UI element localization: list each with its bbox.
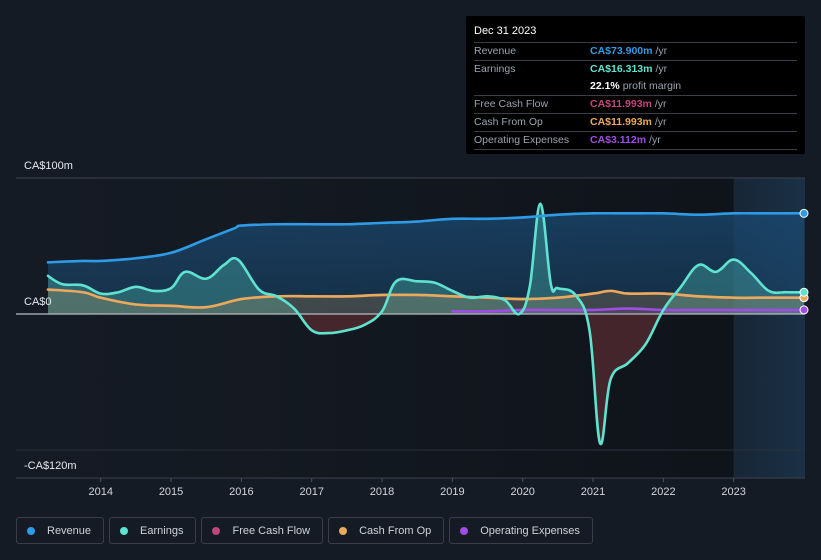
legend-label: Earnings [140, 524, 184, 537]
tooltip-row-operating-expenses: Operating Expenses CA$3.112m /yr [474, 132, 797, 150]
tooltip-label: Revenue [474, 45, 517, 57]
tooltip-row-earnings: Earnings CA$16.313m /yr [474, 61, 797, 78]
tooltip-unit: /yr [655, 45, 668, 57]
legend-label: Free Cash Flow [232, 524, 311, 537]
tooltip-value: CA$3.112m [590, 134, 647, 146]
legend-item-free-cash-flow[interactable]: Free Cash Flow [201, 517, 324, 544]
legend-dot-icon [339, 526, 348, 535]
earnings-end-marker [799, 287, 809, 297]
profit-margin-label: profit margin [622, 80, 682, 92]
legend-dot-icon [27, 526, 35, 535]
tooltip-value: CA$73.900m [590, 45, 653, 57]
y-tick-label-zero: CA$0 [24, 296, 52, 308]
tooltip-unit: /yr [649, 134, 661, 146]
x-tick-label: 2016 [229, 486, 253, 498]
legend-item-revenue[interactable]: Revenue [16, 517, 105, 544]
legend-label: Revenue [47, 524, 92, 537]
x-tick-label: 2018 [370, 486, 394, 498]
legend-dot-icon [120, 526, 129, 535]
x-axis: 2014 2015 2016 2017 2018 2019 2020 2021 2022 2023 [16, 477, 805, 498]
tooltip-value: CA$11.993m [590, 116, 652, 128]
legend: Revenue Earnings Free Cash Flow Cash Fro… [16, 517, 593, 544]
tooltip-row-cash-from-op: Cash From Op CA$11.993m /yr [474, 114, 797, 132]
tooltip-unit: /yr [654, 116, 667, 128]
legend-dot-icon [212, 526, 221, 535]
x-tick-label: 2021 [581, 486, 605, 498]
legend-label: Operating Expenses [480, 524, 580, 537]
revenue-end-marker [799, 208, 809, 218]
legend-item-cash-from-op[interactable]: Cash From Op [328, 517, 445, 544]
tooltip-row-profit-margin: 22.1% profit margin [474, 78, 797, 96]
x-tick-label: 2019 [440, 486, 464, 498]
tooltip-label: Free Cash Flow [474, 98, 549, 110]
tooltip-label: Cash From Op [474, 116, 543, 128]
x-tick-label: 2015 [159, 486, 183, 498]
tooltip: Dec 31 2023 Revenue CA$73.900m /yr Earni… [466, 16, 805, 154]
tooltip-label: Operating Expenses [474, 134, 570, 146]
y-tick-label-top: CA$100m [24, 160, 73, 172]
legend-label: Cash From Op [359, 524, 432, 537]
x-tick-label: 2014 [89, 486, 113, 498]
legend-item-earnings[interactable]: Earnings [109, 517, 197, 544]
y-tick-label-bottom: -CA$120m [24, 460, 77, 472]
x-tick-label: 2023 [721, 486, 745, 498]
tooltip-date: Dec 31 2023 [474, 24, 797, 43]
tooltip-unit: /yr [655, 63, 668, 75]
x-tick-label: 2017 [299, 486, 323, 498]
tooltip-unit: /yr [654, 98, 667, 110]
legend-item-operating-expenses[interactable]: Operating Expenses [449, 517, 593, 544]
legend-dot-icon [460, 526, 469, 535]
tooltip-value: CA$11.993m [590, 98, 652, 110]
tooltip-label: Earnings [474, 63, 516, 75]
x-tick-label: 2020 [510, 486, 534, 498]
tooltip-value: CA$16.313m [590, 63, 653, 75]
x-tick-label: 2022 [651, 486, 675, 498]
profit-margin-value: 22.1% [590, 80, 620, 92]
tooltip-row-free-cash-flow: Free Cash Flow CA$11.993m /yr [474, 96, 797, 114]
tooltip-row-revenue: Revenue CA$73.900m /yr [474, 43, 797, 61]
operating-expenses-end-marker [799, 305, 809, 315]
